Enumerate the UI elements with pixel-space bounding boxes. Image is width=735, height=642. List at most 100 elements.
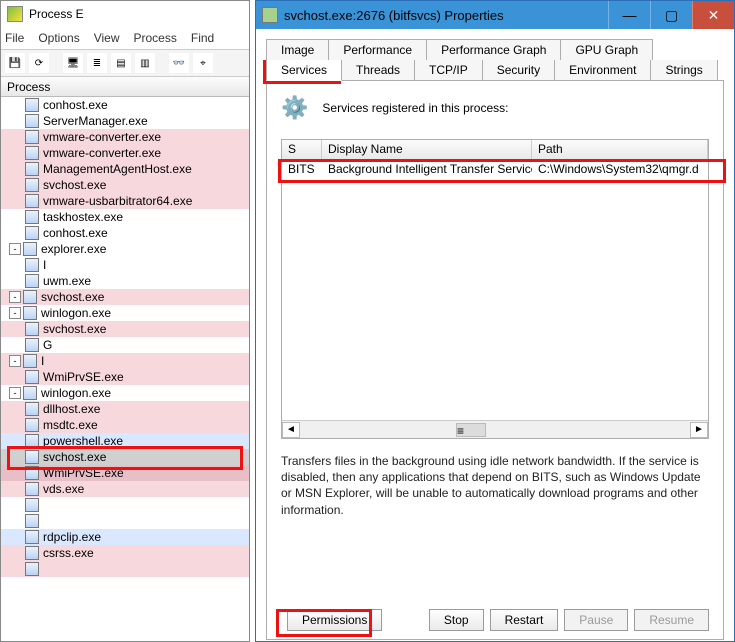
- tab-strings[interactable]: Strings: [650, 60, 717, 80]
- process-row[interactable]: -explorer.exe: [1, 241, 249, 257]
- col-displayname[interactable]: Display Name: [322, 140, 532, 159]
- menu-view[interactable]: View: [94, 31, 120, 45]
- services-list[interactable]: S Display Name Path BITS Background Inte…: [281, 139, 709, 439]
- process-row[interactable]: conhost.exe: [1, 97, 249, 113]
- close-button[interactable]: ✕: [692, 1, 734, 29]
- process-row[interactable]: vmware-converter.exe: [1, 145, 249, 161]
- process-row[interactable]: -I: [1, 353, 249, 369]
- process-row[interactable]: powershell.exe: [1, 433, 249, 449]
- scroll-thumb[interactable]: ≡: [456, 423, 486, 437]
- tab-gpu-graph[interactable]: GPU Graph: [560, 39, 653, 60]
- services-hscrollbar[interactable]: ◄ ≡ ►: [282, 420, 708, 438]
- col-path[interactable]: Path: [532, 140, 708, 159]
- process-icon: [23, 306, 37, 320]
- restart-button[interactable]: Restart: [490, 609, 559, 631]
- tab-environment[interactable]: Environment: [554, 60, 651, 80]
- permissions-button[interactable]: Permissions: [287, 609, 382, 631]
- tab-image[interactable]: Image: [266, 39, 329, 60]
- process-row[interactable]: vmware-usbarbitrator64.exe: [1, 193, 249, 209]
- process-row[interactable]: rdpclip.exe: [1, 529, 249, 545]
- tab-threads[interactable]: Threads: [341, 60, 415, 80]
- process-name: WmiPrvSE.exe: [43, 370, 124, 384]
- system-icon[interactable]: 🖥: [63, 53, 83, 73]
- graph-icon[interactable]: ▤: [111, 53, 131, 73]
- service-row-bits[interactable]: BITS Background Intelligent Transfer Ser…: [282, 160, 708, 178]
- stop-button[interactable]: Stop: [429, 609, 484, 631]
- process-row[interactable]: -winlogon.exe: [1, 385, 249, 401]
- process-row[interactable]: - svchost.exe: [1, 289, 249, 305]
- process-row[interactable]: taskhostex.exe: [1, 209, 249, 225]
- process-row[interactable]: I: [1, 257, 249, 273]
- process-row[interactable]: WmiPrvSE.exe: [1, 465, 249, 481]
- process-row[interactable]: -winlogon.exe: [1, 305, 249, 321]
- process-row[interactable]: [1, 513, 249, 529]
- scroll-left-button[interactable]: ◄: [282, 422, 300, 438]
- collapse-icon[interactable]: -: [9, 243, 21, 255]
- process-row[interactable]: dllhost.exe: [1, 401, 249, 417]
- resume-button[interactable]: Resume: [634, 609, 709, 631]
- pe-titlebar[interactable]: Process E: [1, 1, 249, 27]
- process-row[interactable]: vds.exe: [1, 481, 249, 497]
- services-header-text: Services registered in this process:: [322, 101, 508, 115]
- target-icon[interactable]: ⌖: [193, 53, 213, 73]
- process-row[interactable]: [1, 561, 249, 577]
- process-row[interactable]: ManagementAgentHost.exe: [1, 161, 249, 177]
- process-column-header[interactable]: Process: [1, 77, 249, 97]
- process-row[interactable]: G: [1, 337, 249, 353]
- process-icon: [25, 514, 39, 528]
- stack-icon[interactable]: ▥: [135, 53, 155, 73]
- process-row[interactable]: vmware-converter.exe: [1, 129, 249, 145]
- process-icon: [23, 386, 37, 400]
- pe-toolbar: 💾 ⟳ 🖥 ≣ ▤ ▥ 👓 ⌖: [1, 49, 249, 77]
- find-icon[interactable]: 👓: [169, 53, 189, 73]
- process-row[interactable]: csrss.exe: [1, 545, 249, 561]
- maximize-button[interactable]: ▢: [650, 1, 692, 29]
- process-icon: [25, 274, 39, 288]
- process-name: csrss.exe: [43, 546, 94, 560]
- collapse-icon[interactable]: -: [9, 355, 21, 367]
- pe-title: Process E: [29, 7, 84, 21]
- process-tree[interactable]: conhost.exeServerManager.exevmware-conve…: [1, 97, 249, 641]
- process-icon: [25, 210, 39, 224]
- menu-process[interactable]: Process: [134, 31, 177, 45]
- process-name: vmware-converter.exe: [43, 130, 161, 144]
- process-icon: [25, 482, 39, 496]
- process-row[interactable]: [1, 497, 249, 513]
- gear-icon: ⚙️: [281, 95, 308, 121]
- process-row[interactable]: ServerManager.exe: [1, 113, 249, 129]
- col-service[interactable]: S: [282, 140, 322, 159]
- refresh-icon[interactable]: ⟳: [29, 53, 49, 73]
- process-name: dllhost.exe: [43, 402, 100, 416]
- tree-icon[interactable]: ≣: [87, 53, 107, 73]
- process-name: svchost.exe: [41, 290, 104, 304]
- process-row[interactable]: svchost.exe: [1, 177, 249, 193]
- scroll-track[interactable]: ≡: [300, 422, 690, 438]
- tab-performance[interactable]: Performance: [328, 39, 427, 60]
- process-row[interactable]: svchost.exe: [1, 321, 249, 337]
- tab-tcpip[interactable]: TCP/IP: [414, 60, 483, 80]
- process-explorer-icon: [7, 6, 23, 22]
- scroll-right-button[interactable]: ►: [690, 422, 708, 438]
- menu-file[interactable]: File: [5, 31, 24, 45]
- collapse-icon[interactable]: -: [9, 291, 21, 303]
- process-row[interactable]: conhost.exe: [1, 225, 249, 241]
- process-name: I: [43, 258, 46, 272]
- minimize-button[interactable]: —: [608, 1, 650, 29]
- process-row[interactable]: WmiPrvSE.exe: [1, 369, 249, 385]
- process-icon: [25, 114, 39, 128]
- process-row[interactable]: msdtc.exe: [1, 417, 249, 433]
- process-row[interactable]: svchost.exe: [1, 449, 249, 465]
- save-icon[interactable]: 💾: [5, 53, 25, 73]
- collapse-icon[interactable]: -: [9, 307, 21, 319]
- collapse-icon[interactable]: -: [9, 387, 21, 399]
- tab-security[interactable]: Security: [482, 60, 555, 80]
- process-icon: [25, 562, 39, 576]
- dialog-titlebar[interactable]: svchost.exe:2676 (bitfsvcs) Properties —…: [256, 1, 734, 29]
- menu-find[interactable]: Find: [191, 31, 214, 45]
- process-name: taskhostex.exe: [43, 210, 123, 224]
- pause-button[interactable]: Pause: [564, 609, 628, 631]
- process-row[interactable]: uwm.exe: [1, 273, 249, 289]
- tab-performance-graph[interactable]: Performance Graph: [426, 39, 561, 60]
- menu-options[interactable]: Options: [38, 31, 79, 45]
- tab-services[interactable]: Services: [266, 60, 342, 81]
